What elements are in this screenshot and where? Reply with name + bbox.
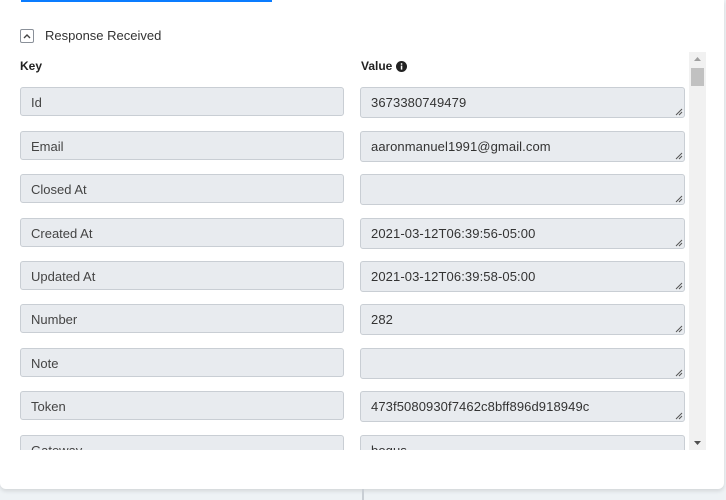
value-field[interactable]: aaronmanuel1991@gmail.com — [360, 131, 685, 162]
table-row: Updated At 2021-03-12T06:39:58-05:00 — [20, 261, 686, 292]
value-field[interactable] — [360, 348, 685, 379]
resize-grip-icon[interactable] — [675, 325, 683, 333]
resize-grip-icon[interactable] — [675, 152, 683, 160]
key-header-label: Key — [20, 59, 43, 73]
table-row: Number 282 — [20, 304, 686, 335]
key-field[interactable]: Number — [20, 304, 344, 333]
scroll-up-arrow-icon[interactable] — [689, 52, 706, 66]
scroll-down-arrow-icon[interactable] — [689, 436, 706, 450]
key-field[interactable]: Id — [20, 87, 344, 116]
value-field[interactable]: 2021-03-12T06:39:56-05:00 — [360, 218, 685, 249]
value-header-label: Value — [361, 59, 393, 73]
active-tab-indicator — [21, 0, 272, 2]
value-field[interactable] — [360, 174, 685, 205]
key-field[interactable]: Updated At — [20, 261, 344, 290]
value-column-header: Value — [361, 59, 408, 73]
background-divider — [362, 489, 364, 500]
value-field[interactable]: 3673380749479 — [360, 87, 685, 118]
key-field[interactable]: Created At — [20, 218, 344, 247]
key-field[interactable]: Gateway — [20, 435, 344, 450]
response-panel: Response Received Key Value Id 3673380749… — [0, 0, 724, 489]
section-title: Response Received — [45, 28, 162, 43]
resize-grip-icon[interactable] — [675, 369, 683, 377]
key-field[interactable]: Note — [20, 348, 344, 377]
table-row: Gateway bogus — [20, 435, 686, 450]
info-icon[interactable] — [396, 60, 408, 72]
table-row: Created At 2021-03-12T06:39:56-05:00 — [20, 218, 686, 249]
key-field[interactable]: Email — [20, 131, 344, 160]
resize-grip-icon[interactable] — [675, 239, 683, 247]
resize-grip-icon[interactable] — [675, 108, 683, 116]
table-row: Token 473f5080930f7462c8bff896d918949c — [20, 391, 686, 422]
value-field[interactable]: 282 — [360, 304, 685, 335]
scrollbar-thumb[interactable] — [691, 68, 704, 86]
resize-grip-icon[interactable] — [675, 282, 683, 290]
section-toggle[interactable]: Response Received — [20, 28, 161, 43]
value-field[interactable]: bogus — [360, 435, 685, 450]
chevron-up-icon[interactable] — [20, 28, 34, 43]
key-column-header: Key — [20, 59, 42, 73]
key-field[interactable]: Closed At — [20, 174, 344, 203]
resize-grip-icon[interactable] — [675, 412, 683, 420]
table-row: Closed At — [20, 174, 686, 205]
table-row: Id 3673380749479 — [20, 87, 686, 118]
table-row: Email aaronmanuel1991@gmail.com — [20, 131, 686, 162]
key-value-list[interactable]: Key Value Id 3673380749479 Email aaronmanue… — [0, 52, 706, 450]
value-field[interactable]: 473f5080930f7462c8bff896d918949c — [360, 391, 685, 422]
value-field[interactable]: 2021-03-12T06:39:58-05:00 — [360, 261, 685, 292]
key-field[interactable]: Token — [20, 391, 344, 420]
vertical-scrollbar[interactable] — [689, 52, 706, 450]
resize-grip-icon[interactable] — [675, 195, 683, 203]
table-row: Note — [20, 348, 686, 379]
